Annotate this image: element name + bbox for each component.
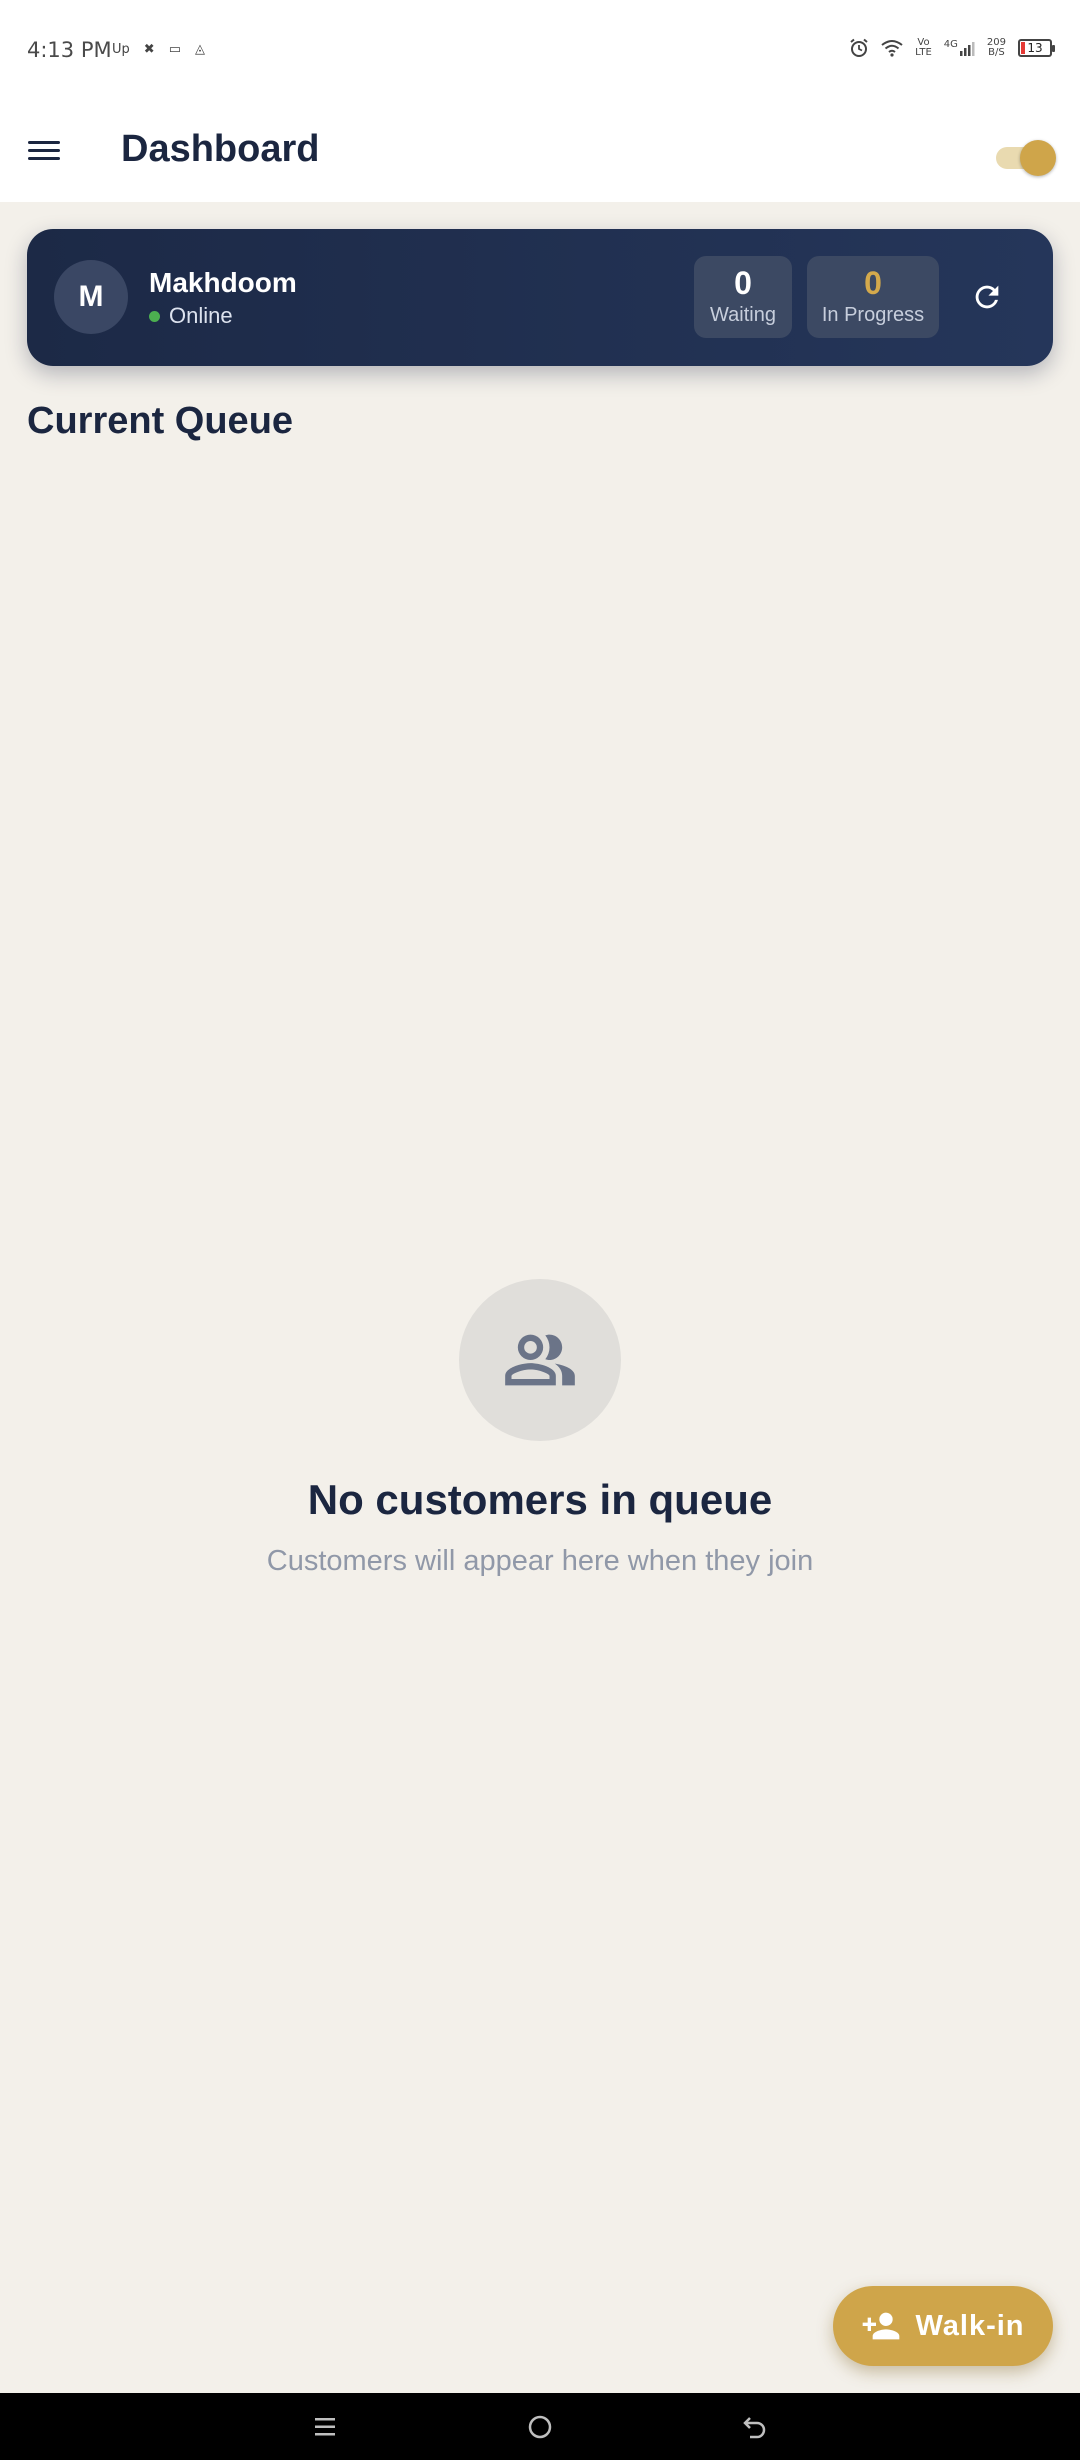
in-progress-stat: 0 In Progress — [807, 256, 939, 338]
page-title: Dashboard — [121, 128, 320, 170]
upwork-icon: Up — [112, 42, 130, 57]
signal-icon: 4G — [944, 40, 975, 56]
walk-in-button[interactable]: Walk-in — [833, 2286, 1053, 2366]
empty-state-subtitle: Customers will appear here when they joi… — [266, 1545, 814, 1577]
battery-level: 13 — [1027, 41, 1043, 55]
hamburger-icon — [28, 141, 60, 144]
network-speed: 209 B/S — [986, 37, 1006, 58]
waiting-stat: 0 Waiting — [694, 256, 792, 338]
volte-indicator: Vo LTE — [915, 37, 932, 58]
barber-status-card: M Makhdoom Online 0 Waiting 0 In Progres… — [27, 229, 1053, 366]
refresh-button[interactable] — [965, 275, 1009, 319]
home-button[interactable] — [520, 2407, 560, 2447]
waiting-count: 0 — [734, 265, 752, 301]
empty-state-title: No customers in queue — [307, 1476, 773, 1523]
battery-icon: 13 — [1018, 39, 1055, 57]
menu-button[interactable] — [28, 136, 64, 166]
home-icon — [528, 2415, 552, 2439]
back-button[interactable] — [735, 2407, 775, 2447]
notification-icons: Up ✖ ▭ ◬ — [112, 42, 205, 57]
back-icon — [743, 2417, 766, 2439]
message-icon: ▭ — [168, 42, 181, 57]
toggle-knob — [1020, 140, 1056, 176]
in-progress-count: 0 — [864, 265, 882, 301]
status-bar: 4:13 PM Up ✖ ▭ ◬ Vo LTE 4G 209 B/S 13 — [0, 0, 1080, 100]
theme-toggle-switch[interactable] — [996, 140, 1056, 176]
waiting-label: Waiting — [710, 304, 776, 326]
online-dot-icon — [149, 310, 160, 322]
recents-button[interactable] — [305, 2407, 345, 2447]
status-text: Online — [169, 303, 233, 328]
system-nav-bar — [0, 2393, 1080, 2460]
app-bar: Dashboard — [0, 100, 1080, 202]
people-icon — [505, 1334, 575, 1386]
refresh-icon — [975, 285, 999, 309]
system-icons: Vo LTE 4G 209 B/S 13 — [849, 37, 1055, 58]
user-status: Online — [149, 303, 233, 329]
in-progress-label: In Progress — [821, 304, 925, 326]
empty-state-icon-circle — [459, 1279, 621, 1441]
avatar: M — [54, 260, 128, 334]
bird-icon: ✖ — [143, 42, 155, 57]
drive-icon: ◬ — [194, 42, 205, 57]
status-time: 4:13 PM — [27, 38, 112, 62]
queue-section-title: Current Queue — [27, 400, 294, 442]
recents-icon — [315, 2418, 335, 2436]
walk-in-label: Walk-in — [915, 2309, 1025, 2342]
alarm-icon — [849, 38, 869, 58]
user-name: Makhdoom — [149, 267, 297, 298]
wifi-icon — [881, 39, 903, 57]
person-add-icon — [863, 2312, 900, 2340]
